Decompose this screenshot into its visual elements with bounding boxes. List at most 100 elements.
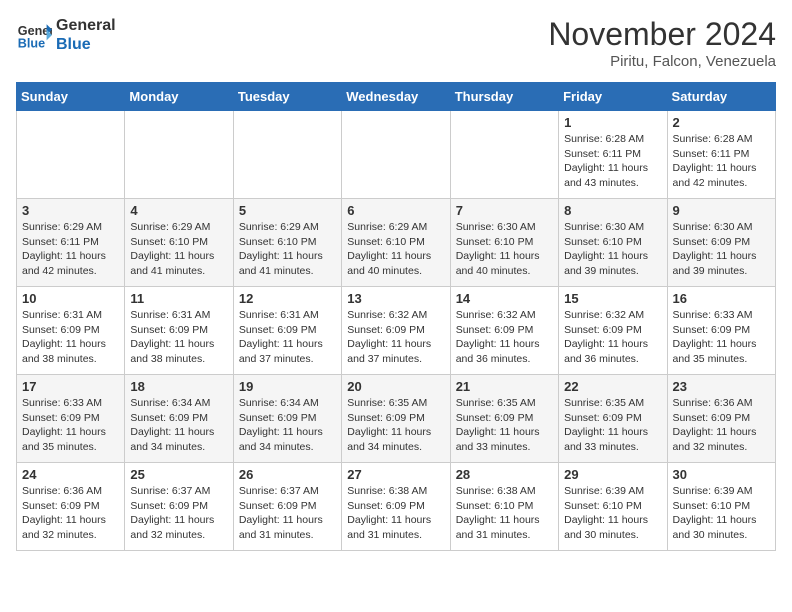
day-number: 15 <box>564 291 661 306</box>
calendar-table: SundayMondayTuesdayWednesdayThursdayFrid… <box>16 82 776 551</box>
day-info: Sunrise: 6:38 AM Sunset: 6:10 PM Dayligh… <box>456 484 553 543</box>
calendar-cell: 20 Sunrise: 6:35 AM Sunset: 6:09 PM Dayli… <box>342 375 450 463</box>
calendar-cell: 2 Sunrise: 6:28 AM Sunset: 6:11 PM Daylig… <box>667 111 775 199</box>
day-info: Sunrise: 6:39 AM Sunset: 6:10 PM Dayligh… <box>564 484 661 543</box>
calendar-cell <box>233 111 341 199</box>
calendar-cell: 28 Sunrise: 6:38 AM Sunset: 6:10 PM Dayli… <box>450 463 558 551</box>
logo: General Blue General Blue <box>16 16 116 54</box>
day-info: Sunrise: 6:29 AM Sunset: 6:10 PM Dayligh… <box>130 220 227 279</box>
weekday-header-sunday: Sunday <box>17 83 125 111</box>
weekday-header-monday: Monday <box>125 83 233 111</box>
calendar-week-row: 24 Sunrise: 6:36 AM Sunset: 6:09 PM Dayli… <box>17 463 776 551</box>
day-info: Sunrise: 6:35 AM Sunset: 6:09 PM Dayligh… <box>564 396 661 455</box>
day-number: 21 <box>456 379 553 394</box>
weekday-header-friday: Friday <box>559 83 667 111</box>
day-info: Sunrise: 6:29 AM Sunset: 6:10 PM Dayligh… <box>239 220 336 279</box>
day-info: Sunrise: 6:37 AM Sunset: 6:09 PM Dayligh… <box>239 484 336 543</box>
calendar-cell: 26 Sunrise: 6:37 AM Sunset: 6:09 PM Dayli… <box>233 463 341 551</box>
day-info: Sunrise: 6:39 AM Sunset: 6:10 PM Dayligh… <box>673 484 770 543</box>
calendar-week-row: 17 Sunrise: 6:33 AM Sunset: 6:09 PM Dayli… <box>17 375 776 463</box>
weekday-header-saturday: Saturday <box>667 83 775 111</box>
calendar-cell: 13 Sunrise: 6:32 AM Sunset: 6:09 PM Dayli… <box>342 287 450 375</box>
day-info: Sunrise: 6:33 AM Sunset: 6:09 PM Dayligh… <box>22 396 119 455</box>
day-info: Sunrise: 6:34 AM Sunset: 6:09 PM Dayligh… <box>130 396 227 455</box>
day-info: Sunrise: 6:32 AM Sunset: 6:09 PM Dayligh… <box>456 308 553 367</box>
day-number: 22 <box>564 379 661 394</box>
calendar-cell: 10Sunrise: 6:31 AM Sunset: 6:09 PM Dayli… <box>17 287 125 375</box>
day-info: Sunrise: 6:30 AM Sunset: 6:09 PM Dayligh… <box>673 220 770 279</box>
day-info: Sunrise: 6:29 AM Sunset: 6:10 PM Dayligh… <box>347 220 444 279</box>
day-info: Sunrise: 6:31 AM Sunset: 6:09 PM Dayligh… <box>130 308 227 367</box>
calendar-cell: 18 Sunrise: 6:34 AM Sunset: 6:09 PM Dayli… <box>125 375 233 463</box>
day-number: 12 <box>239 291 336 306</box>
day-number: 25 <box>130 467 227 482</box>
calendar-cell: 6Sunrise: 6:29 AM Sunset: 6:10 PM Daylig… <box>342 199 450 287</box>
weekday-header-row: SundayMondayTuesdayWednesdayThursdayFrid… <box>17 83 776 111</box>
calendar-cell: 29 Sunrise: 6:39 AM Sunset: 6:10 PM Dayli… <box>559 463 667 551</box>
weekday-header-wednesday: Wednesday <box>342 83 450 111</box>
page-header: General Blue General Blue November 2024 … <box>16 16 776 70</box>
logo-blue: Blue <box>56 35 116 54</box>
calendar-cell: 22 Sunrise: 6:35 AM Sunset: 6:09 PM Dayli… <box>559 375 667 463</box>
calendar-cell <box>17 111 125 199</box>
day-number: 24 <box>22 467 119 482</box>
logo-icon: General Blue <box>16 17 52 53</box>
day-number: 18 <box>130 379 227 394</box>
calendar-cell <box>125 111 233 199</box>
day-info: Sunrise: 6:28 AM Sunset: 6:11 PM Dayligh… <box>673 132 770 191</box>
calendar-week-row: 1 Sunrise: 6:28 AM Sunset: 6:11 PM Daylig… <box>17 111 776 199</box>
day-info: Sunrise: 6:31 AM Sunset: 6:09 PM Dayligh… <box>239 308 336 367</box>
day-info: Sunrise: 6:34 AM Sunset: 6:09 PM Dayligh… <box>239 396 336 455</box>
day-info: Sunrise: 6:37 AM Sunset: 6:09 PM Dayligh… <box>130 484 227 543</box>
day-number: 1 <box>564 115 661 130</box>
month-title: November 2024 <box>548 16 776 53</box>
calendar-cell: 16Sunrise: 6:33 AM Sunset: 6:09 PM Dayli… <box>667 287 775 375</box>
day-info: Sunrise: 6:29 AM Sunset: 6:11 PM Dayligh… <box>22 220 119 279</box>
day-number: 20 <box>347 379 444 394</box>
day-info: Sunrise: 6:35 AM Sunset: 6:09 PM Dayligh… <box>347 396 444 455</box>
calendar-cell <box>342 111 450 199</box>
svg-text:Blue: Blue <box>18 37 45 51</box>
day-number: 5 <box>239 203 336 218</box>
day-info: Sunrise: 6:35 AM Sunset: 6:09 PM Dayligh… <box>456 396 553 455</box>
calendar-cell: 25 Sunrise: 6:37 AM Sunset: 6:09 PM Dayli… <box>125 463 233 551</box>
day-number: 17 <box>22 379 119 394</box>
calendar-cell: 15 Sunrise: 6:32 AM Sunset: 6:09 PM Dayli… <box>559 287 667 375</box>
day-info: Sunrise: 6:32 AM Sunset: 6:09 PM Dayligh… <box>564 308 661 367</box>
day-info: Sunrise: 6:32 AM Sunset: 6:09 PM Dayligh… <box>347 308 444 367</box>
day-number: 13 <box>347 291 444 306</box>
day-number: 2 <box>673 115 770 130</box>
day-number: 14 <box>456 291 553 306</box>
calendar-cell: 4 Sunrise: 6:29 AM Sunset: 6:10 PM Daylig… <box>125 199 233 287</box>
logo-general: General <box>56 16 116 35</box>
day-number: 27 <box>347 467 444 482</box>
day-number: 10 <box>22 291 119 306</box>
day-number: 8 <box>564 203 661 218</box>
weekday-header-tuesday: Tuesday <box>233 83 341 111</box>
day-info: Sunrise: 6:30 AM Sunset: 6:10 PM Dayligh… <box>456 220 553 279</box>
day-number: 28 <box>456 467 553 482</box>
day-number: 11 <box>130 291 227 306</box>
day-number: 29 <box>564 467 661 482</box>
calendar-cell: 11 Sunrise: 6:31 AM Sunset: 6:09 PM Dayli… <box>125 287 233 375</box>
location-subtitle: Piritu, Falcon, Venezuela <box>548 53 776 70</box>
day-number: 23 <box>673 379 770 394</box>
day-info: Sunrise: 6:33 AM Sunset: 6:09 PM Dayligh… <box>673 308 770 367</box>
weekday-header-thursday: Thursday <box>450 83 558 111</box>
day-info: Sunrise: 6:36 AM Sunset: 6:09 PM Dayligh… <box>22 484 119 543</box>
day-number: 9 <box>673 203 770 218</box>
day-number: 19 <box>239 379 336 394</box>
day-number: 4 <box>130 203 227 218</box>
calendar-cell <box>450 111 558 199</box>
calendar-cell: 17 Sunrise: 6:33 AM Sunset: 6:09 PM Dayli… <box>17 375 125 463</box>
calendar-cell: 19 Sunrise: 6:34 AM Sunset: 6:09 PM Dayli… <box>233 375 341 463</box>
calendar-cell: 12 Sunrise: 6:31 AM Sunset: 6:09 PM Dayli… <box>233 287 341 375</box>
calendar-week-row: 3Sunrise: 6:29 AM Sunset: 6:11 PM Daylig… <box>17 199 776 287</box>
calendar-cell: 1 Sunrise: 6:28 AM Sunset: 6:11 PM Daylig… <box>559 111 667 199</box>
day-info: Sunrise: 6:28 AM Sunset: 6:11 PM Dayligh… <box>564 132 661 191</box>
day-number: 26 <box>239 467 336 482</box>
title-block: November 2024 Piritu, Falcon, Venezuela <box>548 16 776 70</box>
calendar-cell: 30Sunrise: 6:39 AM Sunset: 6:10 PM Dayli… <box>667 463 775 551</box>
calendar-cell: 21 Sunrise: 6:35 AM Sunset: 6:09 PM Dayli… <box>450 375 558 463</box>
calendar-week-row: 10 Sunrise: 6:31 AM Sunset: 6:09 PM Dayli… <box>17 287 776 375</box>
